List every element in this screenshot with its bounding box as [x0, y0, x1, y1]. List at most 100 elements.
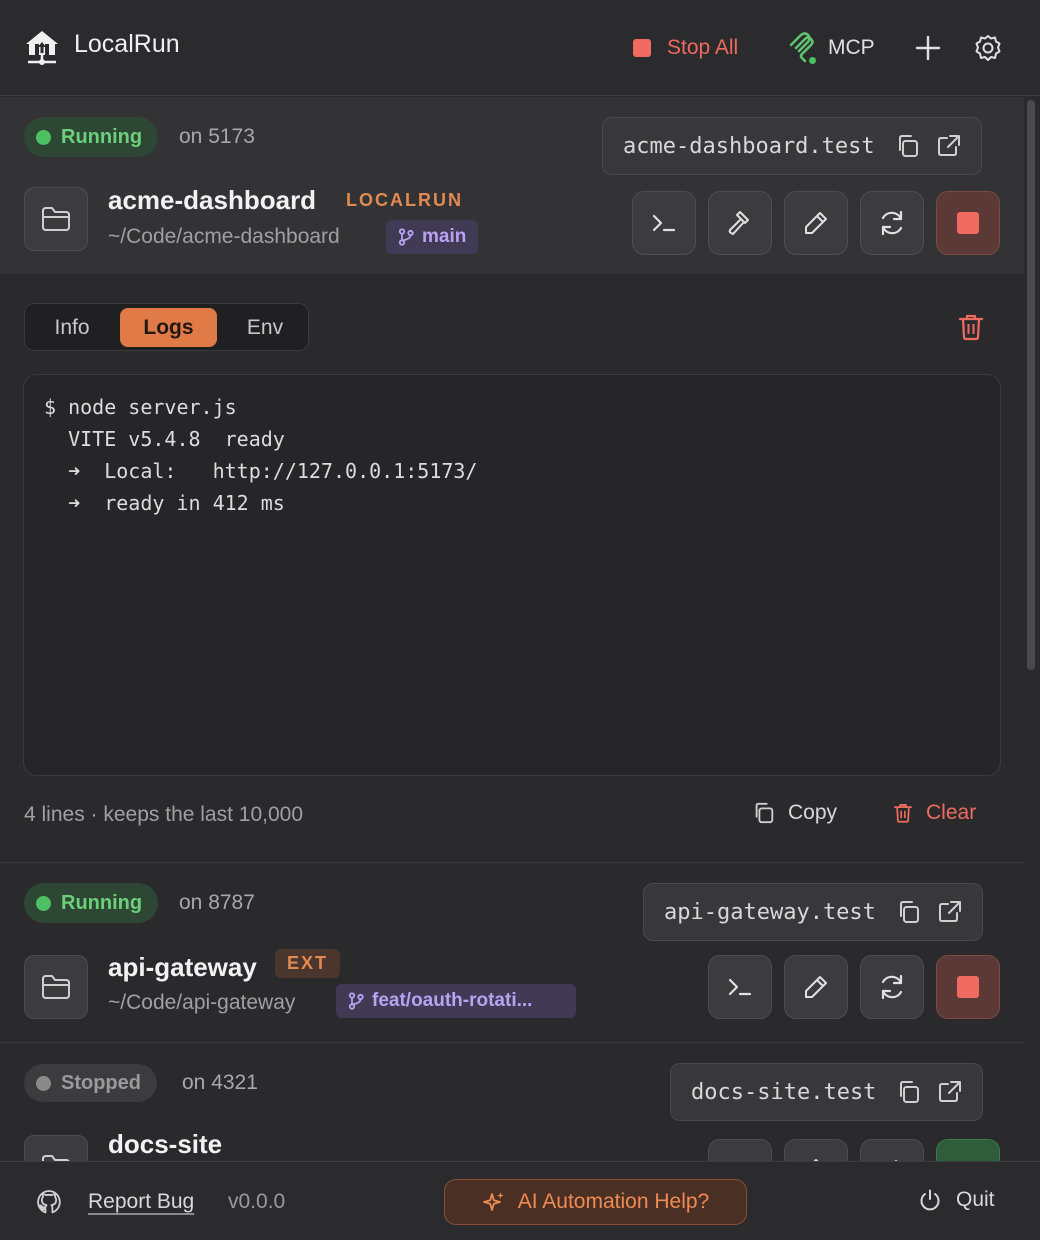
quit-button[interactable]: Quit: [918, 1188, 995, 1212]
service-port: on 5173: [179, 125, 255, 148]
open-folder-button[interactable]: [24, 1135, 88, 1161]
folder-icon: [42, 207, 70, 231]
report-bug-link[interactable]: Report Bug: [88, 1190, 194, 1214]
restart-button[interactable]: [860, 955, 924, 1019]
log-line: ➜ Local: http://127.0.0.1:5173/: [44, 459, 478, 483]
quit-label: Quit: [956, 1188, 995, 1211]
restart-button[interactable]: [860, 191, 924, 255]
hammer-icon: [728, 211, 749, 235]
copy-icon[interactable]: [895, 133, 921, 159]
tab-env[interactable]: Env: [230, 308, 300, 347]
status-label: Stopped: [61, 1071, 141, 1094]
tab-info[interactable]: Info: [37, 308, 107, 347]
open-folder-button[interactable]: [24, 187, 88, 251]
mcp-icon: [788, 30, 818, 66]
stop-icon: [957, 976, 979, 998]
branch-label: feat/oauth-rotati...: [372, 990, 533, 1011]
log-line: VITE v5.4.8 ready: [44, 427, 285, 451]
service-port: on 4321: [182, 1071, 258, 1094]
clear-logs-button[interactable]: Clear: [892, 801, 976, 825]
edit-button[interactable]: [860, 1139, 924, 1161]
pencil-icon: [805, 976, 827, 998]
github-icon[interactable]: [36, 1189, 62, 1215]
open-external-icon[interactable]: [936, 899, 964, 925]
terminal-icon: [728, 978, 752, 996]
log-output[interactable]: $ node server.js VITE v5.4.8 ready ➜ Loc…: [23, 374, 1001, 776]
clear-logs-trash-button[interactable]: [956, 312, 986, 342]
status-dot: [36, 129, 51, 145]
edit-button[interactable]: [784, 955, 848, 1019]
service-name: acme-dashboard: [108, 185, 317, 215]
service-name: api-gateway: [108, 952, 257, 982]
service-path: ~/Code/acme-dashboard: [108, 225, 340, 248]
ai-automation-help-button[interactable]: AI Automation Help?: [444, 1179, 747, 1225]
service-card-api-gateway[interactable]: Running on 8787 api-gateway.test api-gat…: [0, 862, 1024, 1042]
clear-label: Clear: [926, 801, 977, 824]
terminal-button[interactable]: [708, 1139, 772, 1161]
copy-logs-button[interactable]: Copy: [752, 801, 837, 825]
house-upload-icon: [22, 28, 62, 68]
terminal-button[interactable]: [632, 191, 696, 255]
git-branch-icon: [398, 228, 414, 246]
branch-label: main: [422, 226, 467, 247]
stop-service-button[interactable]: [936, 955, 1000, 1019]
tab-logs[interactable]: Logs: [120, 308, 217, 347]
domain-text: acme-dashboard.test: [623, 133, 875, 159]
folder-icon: [42, 1155, 70, 1161]
copy-label: Copy: [788, 801, 838, 824]
service-card-docs-site[interactable]: Stopped on 4321 docs-site.test docs-site: [0, 1042, 1024, 1161]
log-line: ➜ ready in 412 ms: [44, 491, 285, 515]
stop-all-button[interactable]: Stop All: [633, 32, 738, 64]
settings-button[interactable]: [972, 32, 1004, 64]
stop-service-button[interactable]: [936, 191, 1000, 255]
app-title: LocalRun: [74, 30, 180, 58]
start-service-button[interactable]: [936, 1139, 1000, 1161]
status-label: Running: [61, 125, 143, 148]
edit-button[interactable]: [784, 191, 848, 255]
log-summary: 4 lines · keeps the last 10,000: [24, 803, 304, 826]
gear-icon: [975, 35, 1001, 61]
status-dot: [36, 895, 51, 911]
terminal-icon: [652, 214, 676, 232]
stop-icon: [957, 212, 979, 234]
copy-icon[interactable]: [896, 1079, 922, 1105]
stop-square-icon: [633, 39, 651, 57]
refresh-icon: [881, 974, 903, 1000]
trash-icon: [958, 314, 984, 341]
status-label: Running: [61, 891, 143, 914]
build-button[interactable]: [708, 191, 772, 255]
app-footer: Report Bug v0.0.0 AI Automation Help? Qu…: [0, 1161, 1040, 1240]
ai-help-label: AI Automation Help?: [517, 1190, 710, 1213]
domain-text: api-gateway.test: [664, 899, 876, 925]
detail-tabs: Info Logs Env: [24, 303, 309, 351]
service-port: on 8787: [179, 891, 255, 914]
status-badge: Running: [24, 117, 159, 157]
mcp-status-dot: [807, 55, 818, 66]
domain-text: docs-site.test: [691, 1079, 877, 1105]
services-list[interactable]: Running on 5173 acme-dashboard.test acme…: [0, 97, 1024, 1161]
scrollbar-thumb[interactable]: [1027, 100, 1035, 670]
add-service-button[interactable]: [912, 32, 944, 64]
open-folder-button[interactable]: [24, 955, 88, 1019]
domain-box: api-gateway.test: [643, 883, 983, 941]
mcp-label: MCP: [828, 36, 875, 59]
trash-icon: [894, 804, 912, 823]
open-external-icon[interactable]: [936, 1079, 964, 1105]
terminal-button[interactable]: [708, 955, 772, 1019]
folder-icon: [42, 975, 70, 999]
status-badge: Stopped: [24, 1064, 157, 1102]
git-branch-icon: [348, 992, 364, 1010]
refresh-icon: [881, 210, 903, 236]
domain-box: acme-dashboard.test: [602, 117, 982, 175]
build-button[interactable]: [784, 1139, 848, 1161]
git-branch-badge: main: [386, 220, 479, 254]
copy-icon[interactable]: [896, 899, 922, 925]
git-branch-badge: feat/oauth-rotati...: [336, 984, 576, 1018]
copy-icon: [755, 802, 774, 824]
mcp-button[interactable]: MCP: [788, 30, 875, 66]
status-badge: Running: [24, 883, 159, 923]
open-external-icon[interactable]: [935, 133, 963, 159]
stop-all-label: Stop All: [667, 36, 739, 59]
status-dot: [36, 1075, 51, 1091]
service-card-acme-dashboard[interactable]: Running on 5173 acme-dashboard.test acme…: [0, 97, 1024, 274]
